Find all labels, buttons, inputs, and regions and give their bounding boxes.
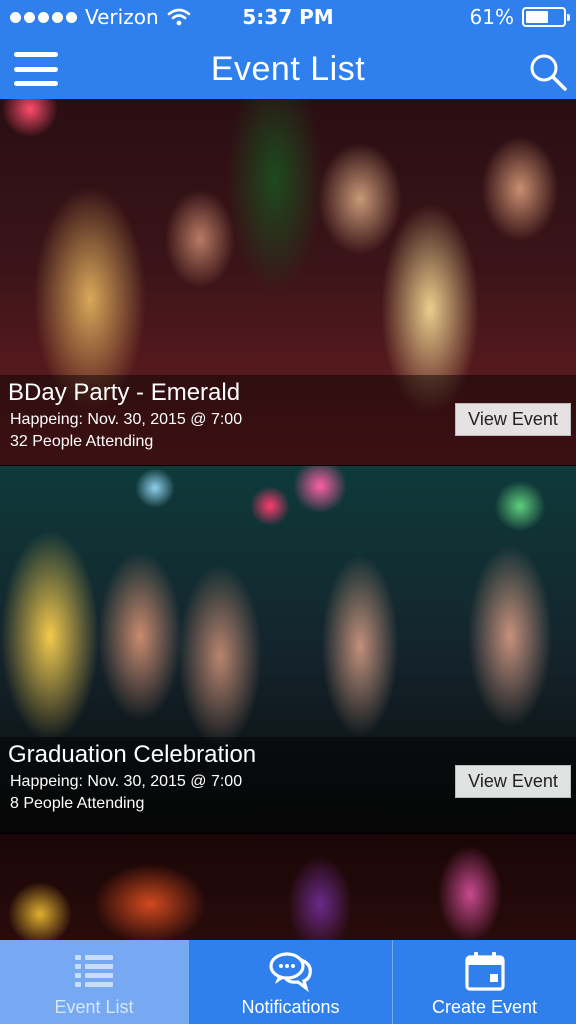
tab-label: Event List [54, 997, 134, 1017]
tab-create-event[interactable]: Create Event [392, 940, 576, 1024]
chat-bubbles-icon [268, 952, 312, 992]
status-bar: Verizon 5:37 PM 61% [0, 0, 576, 36]
event-title: BDay Party - Emerald [8, 379, 241, 406]
view-event-button[interactable]: View Event [455, 765, 571, 798]
battery-icon [522, 7, 570, 27]
page-title: Event List [210, 50, 366, 88]
tab-label: Notifications [241, 997, 340, 1017]
event-title: Graduation Celebration [8, 741, 257, 768]
tab-event-list[interactable]: Event List [0, 940, 188, 1024]
list-icon [75, 955, 113, 987]
event-date: Happeing: Nov. 30, 2015 @ 7:00 [10, 773, 243, 790]
app-screen: Verizon 5:37 PM 61% Event List BDay Part… [0, 0, 576, 1024]
event-info-overlay: Graduation Celebration Happeing: Nov. 30… [0, 737, 576, 833]
event-date: Happeing: Nov. 30, 2015 @ 7:00 [10, 411, 243, 428]
battery-fill [526, 11, 548, 23]
tab-bar: Event List Notifications Create Event [0, 940, 576, 1024]
event-photo [0, 834, 576, 940]
event-card-partial[interactable] [0, 834, 576, 940]
event-card[interactable]: Graduation Celebration Happeing: Nov. 30… [0, 466, 576, 833]
event-attendance: 8 People Attending [10, 795, 145, 812]
tab-label: Create Event [431, 997, 538, 1017]
search-icon[interactable] [528, 52, 568, 92]
tab-notifications[interactable]: Notifications [188, 940, 392, 1024]
calendar-icon [464, 952, 505, 991]
nav-bar: Event List [0, 38, 576, 99]
event-card[interactable]: BDay Party - Emerald Happeing: Nov. 30, … [0, 99, 576, 465]
battery-group: 61% [469, 5, 570, 29]
top-bar: Verizon 5:37 PM 61% Event List [0, 0, 576, 99]
event-attendance: 32 People Attending [10, 433, 154, 450]
view-event-button[interactable]: View Event [455, 403, 571, 436]
event-list[interactable]: BDay Party - Emerald Happeing: Nov. 30, … [0, 99, 576, 940]
battery-percent: 61% [469, 5, 514, 29]
event-info-overlay: BDay Party - Emerald Happeing: Nov. 30, … [0, 375, 576, 465]
